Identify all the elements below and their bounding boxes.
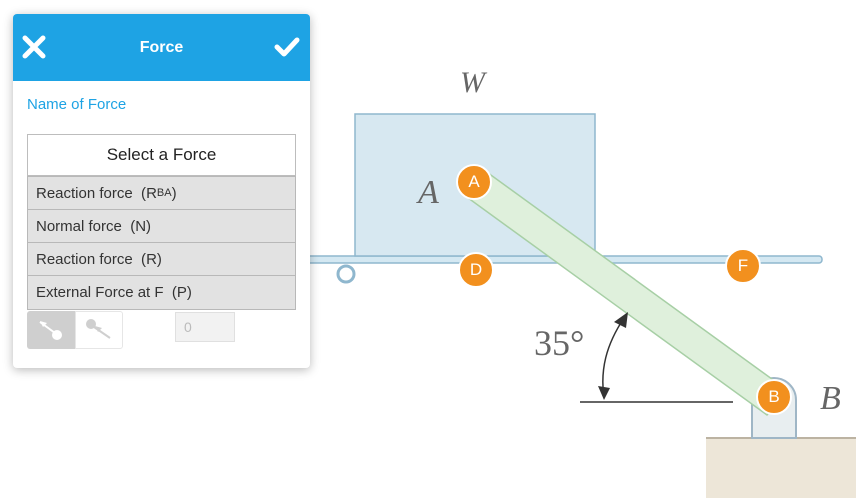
point-marker-f[interactable]: F bbox=[725, 248, 761, 284]
point-marker-b[interactable]: B bbox=[756, 379, 792, 415]
rod-ab bbox=[462, 168, 789, 417]
option-label: Normal force bbox=[36, 217, 122, 235]
check-icon[interactable] bbox=[272, 32, 302, 62]
ground-block bbox=[706, 438, 856, 498]
roller bbox=[336, 264, 356, 284]
option-symbol: N bbox=[135, 217, 147, 235]
force-select[interactable]: Select a Force bbox=[27, 134, 296, 176]
force-toward-icon bbox=[39, 321, 62, 340]
panel-title: Force bbox=[139, 38, 184, 56]
option-reaction-force-rba[interactable]: Reaction force (R BA) bbox=[28, 177, 295, 210]
direction-away-button[interactable] bbox=[75, 311, 123, 349]
point-label-b-text: B bbox=[820, 380, 841, 417]
angle-arrow-top bbox=[614, 312, 628, 328]
block-label-w: W bbox=[460, 66, 485, 99]
direction-toward-point-button[interactable] bbox=[27, 311, 75, 349]
option-label: Reaction force bbox=[36, 250, 133, 268]
point-marker-d[interactable]: D bbox=[458, 252, 494, 288]
option-label: Reaction force bbox=[36, 184, 133, 202]
option-symbol: R bbox=[146, 184, 157, 202]
option-normal-force-n[interactable]: Normal force (N) bbox=[28, 210, 295, 243]
name-of-force-label: Name of Force bbox=[27, 96, 127, 113]
force-away-icon bbox=[86, 319, 111, 339]
panel-header: Force bbox=[13, 14, 310, 81]
option-label: External Force at F bbox=[36, 284, 164, 301]
option-external-force-p[interactable]: External Force at F (P) bbox=[28, 276, 295, 309]
angle-label: 35° bbox=[534, 323, 585, 363]
angle-arrow-bottom bbox=[598, 386, 610, 400]
close-icon[interactable] bbox=[19, 32, 49, 62]
point-label-a-text: A bbox=[418, 174, 439, 211]
direction-toggle bbox=[27, 311, 123, 349]
option-reaction-force-r[interactable]: Reaction force (R) bbox=[28, 243, 295, 276]
option-subscript: BA bbox=[156, 187, 172, 199]
option-symbol: P bbox=[176, 284, 187, 301]
force-panel: Force Name of Force Select a Force React… bbox=[13, 14, 310, 368]
force-dropdown: Reaction force (R BA) Normal force (N) Re… bbox=[27, 176, 296, 310]
option-symbol: R bbox=[146, 250, 157, 268]
point-marker-a[interactable]: A bbox=[456, 164, 492, 200]
magnitude-input[interactable] bbox=[175, 312, 235, 342]
angle-arc bbox=[602, 317, 625, 399]
